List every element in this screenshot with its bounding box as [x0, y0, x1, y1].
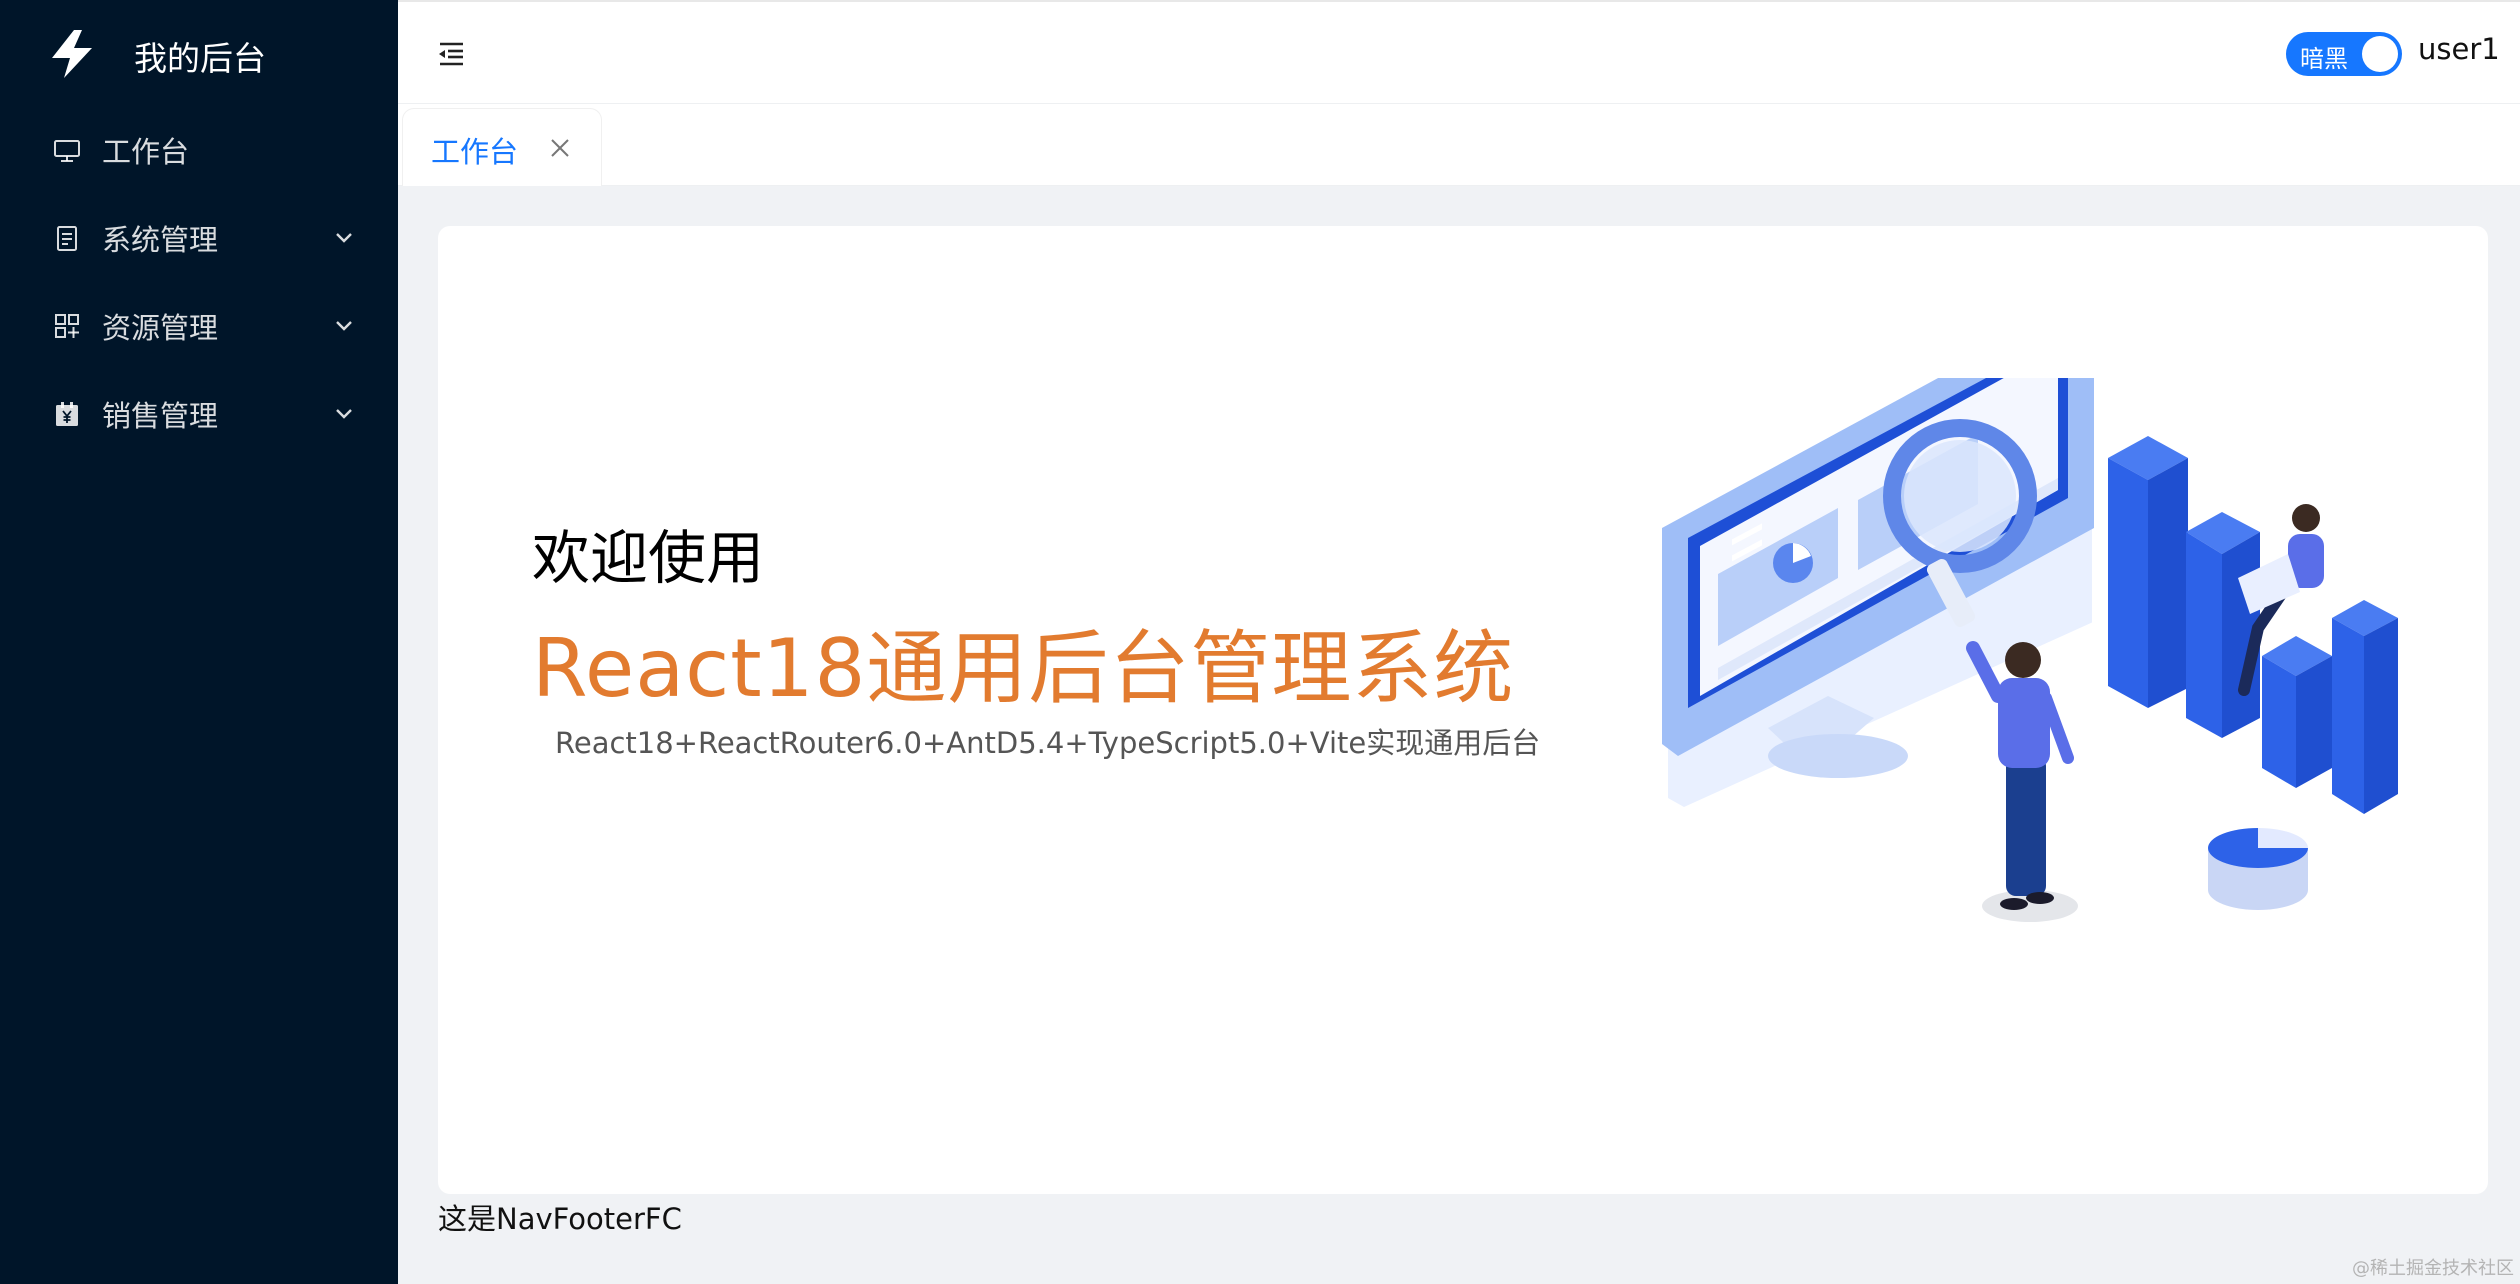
logo[interactable]: 我的后台	[48, 26, 266, 82]
sidebar-item-system[interactable]: 系统管理	[0, 198, 398, 278]
sidebar: 我的后台 工作台 系统管理 资源管理 销售管理	[0, 0, 398, 1284]
top-header: 暗黑 user1	[398, 0, 2520, 104]
desktop-icon	[54, 140, 80, 162]
sidebar-item-label: 工作台	[102, 135, 190, 169]
sidebar-item-resource[interactable]: 资源管理	[0, 286, 398, 366]
yuan-calendar-icon	[56, 402, 78, 426]
page-subtitle: React18+ReactRouter6.0+AntD5.4+TypeScrip…	[555, 726, 1541, 760]
chevron-down-icon	[336, 233, 352, 243]
watermark: @稀土掘金技术社区	[2352, 1258, 2514, 1279]
chevron-down-icon	[336, 321, 352, 331]
logo-text: 我的后台	[134, 39, 266, 78]
menu-fold-icon[interactable]	[436, 40, 466, 66]
page-title: React18通用后台管理系统	[532, 622, 1515, 715]
sidebar-item-label: 系统管理	[102, 223, 219, 257]
username[interactable]: user1	[2418, 32, 2500, 66]
chevron-down-icon	[336, 409, 352, 419]
sidebar-item-label: 销售管理	[102, 399, 219, 433]
welcome-text: 欢迎使用	[532, 524, 765, 592]
close-icon[interactable]	[549, 137, 571, 159]
file-icon	[57, 226, 77, 251]
tab-bar: 工作台	[398, 104, 2520, 186]
app-root: 我的后台 工作台 系统管理 资源管理 销售管理 暗黑 user1 工作台 欢迎使…	[0, 0, 2520, 1284]
sidebar-item-label: 资源管理	[102, 311, 219, 345]
appstore-icon	[55, 314, 79, 338]
thunderbolt-icon	[52, 30, 92, 78]
sidebar-item-workbench[interactable]: 工作台	[0, 110, 398, 190]
switch-knob	[2362, 36, 2398, 72]
nav-footer: 这是NavFooterFC	[438, 1202, 682, 1236]
tab-label: 工作台	[431, 135, 519, 169]
dark-mode-switch[interactable]: 暗黑	[2286, 32, 2402, 76]
tab-workbench[interactable]: 工作台	[402, 108, 602, 186]
welcome-card: 欢迎使用 React18通用后台管理系统 React18+ReactRouter…	[438, 226, 2488, 1194]
dark-mode-switch-label: 暗黑	[2300, 45, 2348, 73]
sidebar-item-sales[interactable]: 销售管理	[0, 374, 398, 454]
data-analysis-illustration	[1662, 378, 2398, 922]
